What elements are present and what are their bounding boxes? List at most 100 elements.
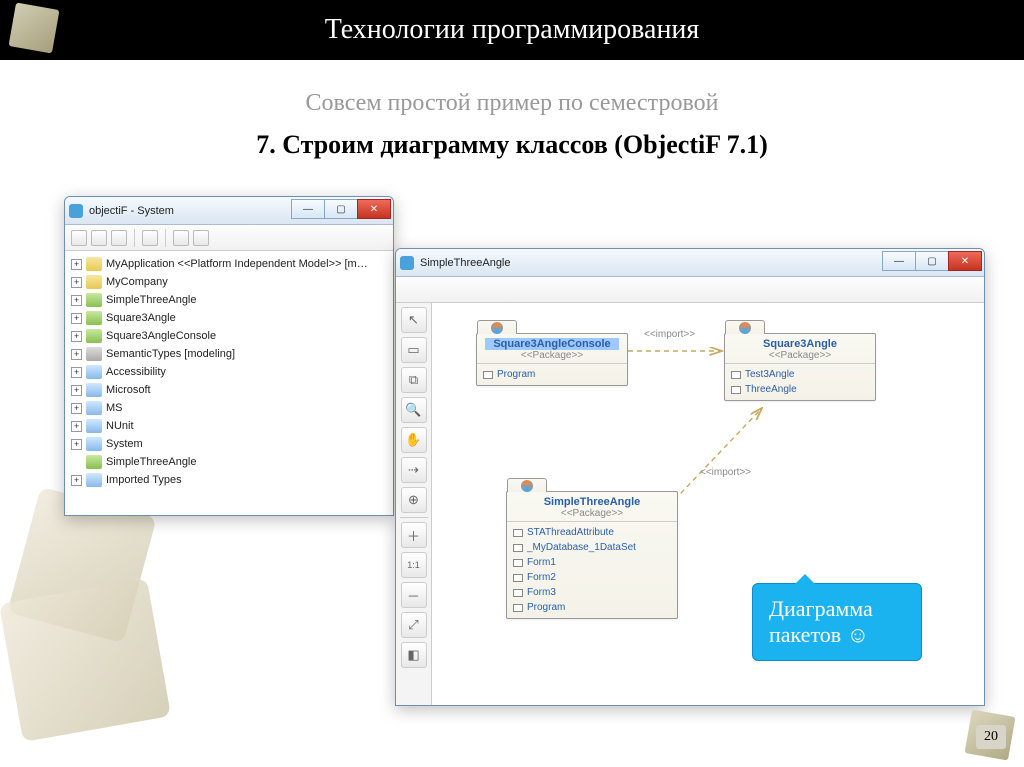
tree-item[interactable]: + Accessibility — [67, 363, 391, 381]
tree-item-label: Imported Types — [106, 474, 182, 486]
expand-toggle[interactable]: + — [71, 277, 82, 288]
tool-icon[interactable] — [173, 230, 189, 246]
comp-icon — [86, 311, 102, 325]
link-tool-icon[interactable]: ⇢ — [401, 457, 427, 483]
diagram-tool-icon[interactable]: ◧ — [401, 642, 427, 668]
expand-toggle[interactable]: + — [71, 313, 82, 324]
page-number: 20 — [976, 725, 1006, 749]
member-label: STAThreadAttribute — [527, 527, 614, 538]
expand-toggle[interactable]: + — [71, 421, 82, 432]
minimize-button[interactable]: — — [882, 251, 916, 271]
tree-item-label: MyCompany — [106, 276, 168, 288]
package-member[interactable]: Form2 — [513, 570, 671, 585]
app-icon — [69, 204, 83, 218]
package-stereotype: <<Package>> — [515, 508, 669, 519]
package-member[interactable]: ThreeAngle — [731, 382, 869, 397]
tree-item-label: NUnit — [106, 420, 134, 432]
diagram-toolbar — [396, 277, 984, 303]
hand-tool-icon[interactable]: ✋ — [401, 427, 427, 453]
package-member[interactable]: STAThreadAttribute — [513, 525, 671, 540]
callout-bubble: Диаграмма пакетов ☺ — [752, 583, 922, 661]
package-tab-icon — [725, 320, 765, 334]
tree-view[interactable]: + MyApplication <<Platform Independent Mo… — [65, 251, 393, 493]
package-tab-icon — [507, 478, 547, 492]
diagram-tool-palette: ↖ ▭ ⧉ 🔍 ✋ ⇢ ⊕ ＋ 1:1 － ⤢ ◧ — [396, 303, 432, 705]
fit-tool-icon[interactable]: ⤢ — [401, 612, 427, 638]
class-icon — [513, 559, 523, 567]
package-member[interactable]: Form1 — [513, 555, 671, 570]
expand-toggle[interactable]: + — [71, 403, 82, 414]
tree-item-label: SimpleThreeAngle — [106, 456, 197, 468]
diagram-window: SimpleThreeAngle — ▢ ✕ ↖ ▭ ⧉ 🔍 ✋ ⇢ ⊕ ＋ 1… — [395, 248, 985, 706]
package-stereotype: <<Package>> — [733, 350, 867, 361]
tree-window-titlebar[interactable]: objectiF - System — ▢ ✕ — [65, 197, 393, 225]
zoom-11-icon[interactable]: 1:1 — [401, 552, 427, 578]
expand-toggle[interactable]: + — [71, 349, 82, 360]
maximize-button[interactable]: ▢ — [915, 251, 949, 271]
tree-item-label: MyApplication <<Platform Independent Mod… — [106, 258, 368, 270]
tool-icon[interactable] — [142, 230, 158, 246]
tree-item[interactable]: + Imported Types — [67, 471, 391, 489]
tree-item[interactable]: +SimpleThreeAngle — [67, 291, 391, 309]
package-member[interactable]: Form3 — [513, 585, 671, 600]
tree-item[interactable]: + NUnit — [67, 417, 391, 435]
tree-item[interactable]: +SemanticTypes [modeling] — [67, 345, 391, 363]
app-icon — [400, 256, 414, 270]
package-member[interactable]: Program — [483, 367, 621, 382]
maximize-button[interactable]: ▢ — [324, 199, 358, 219]
tree-window: objectiF - System — ▢ ✕ + MyApplication <… — [64, 196, 394, 516]
import-label: <<import>> — [700, 467, 751, 478]
zoom-out-icon[interactable]: － — [401, 582, 427, 608]
tool-icon[interactable] — [71, 230, 87, 246]
search-tool-icon[interactable]: 🔍 — [401, 397, 427, 423]
expand-toggle[interactable]: + — [71, 385, 82, 396]
tree-item-label: Accessibility — [106, 366, 166, 378]
package-member[interactable]: _MyDatabase_1DataSet — [513, 540, 671, 555]
package-square3angleconsole[interactable]: Square3AngleConsole <<Package>> Program — [476, 333, 628, 386]
pointer-tool-icon[interactable]: ↖ — [401, 307, 427, 333]
zoom-in-icon[interactable]: ＋ — [401, 522, 427, 548]
tree-item[interactable]: +Square3Angle — [67, 309, 391, 327]
comp-icon — [86, 455, 102, 469]
close-button[interactable]: ✕ — [948, 251, 982, 271]
tree-item[interactable]: + System — [67, 435, 391, 453]
pkg-icon — [86, 383, 102, 397]
member-label: ThreeAngle — [745, 384, 797, 395]
tree-item[interactable]: + MyCompany — [67, 273, 391, 291]
diagram-window-titlebar[interactable]: SimpleThreeAngle — ▢ ✕ — [396, 249, 984, 277]
slide-header: Технологии программирования — [0, 0, 1024, 60]
package-simplethreeangle[interactable]: SimpleThreeAngle <<Package>> STAThreadAt… — [506, 491, 678, 619]
folder-tool-icon[interactable]: ▭ — [401, 337, 427, 363]
copy-tool-icon[interactable]: ⧉ — [401, 367, 427, 393]
close-button[interactable]: ✕ — [357, 199, 391, 219]
tree-item-label: Microsoft — [106, 384, 151, 396]
expand-toggle[interactable]: + — [71, 475, 82, 486]
diagram-canvas[interactable]: <<import>> <<import>> Square3AngleConsol… — [432, 303, 984, 705]
class-icon — [483, 371, 493, 379]
package-name: Square3Angle — [733, 338, 867, 350]
tool-icon[interactable] — [193, 230, 209, 246]
class-icon — [513, 604, 523, 612]
folder-icon — [86, 275, 102, 289]
expand-toggle[interactable]: + — [71, 259, 82, 270]
package-member[interactable]: Program — [513, 600, 671, 615]
tool-icon[interactable] — [111, 230, 127, 246]
tool-icon[interactable] — [91, 230, 107, 246]
window-buttons: — ▢ ✕ — [882, 251, 982, 271]
tree-toolbar — [65, 225, 393, 251]
tree-item[interactable]: +MS — [67, 399, 391, 417]
target-tool-icon[interactable]: ⊕ — [401, 487, 427, 513]
tree-item[interactable]: +Square3AngleConsole — [67, 327, 391, 345]
pkg-icon — [86, 365, 102, 379]
tree-item-label: System — [106, 438, 143, 450]
expand-toggle[interactable]: + — [71, 367, 82, 378]
expand-toggle[interactable]: + — [71, 331, 82, 342]
package-member[interactable]: Test3Angle — [731, 367, 869, 382]
minimize-button[interactable]: — — [291, 199, 325, 219]
expand-toggle[interactable]: + — [71, 295, 82, 306]
tree-item[interactable]: SimpleThreeAngle — [67, 453, 391, 471]
tree-item[interactable]: + MyApplication <<Platform Independent Mo… — [67, 255, 391, 273]
expand-toggle[interactable]: + — [71, 439, 82, 450]
package-square3angle[interactable]: Square3Angle <<Package>> Test3Angle Three… — [724, 333, 876, 401]
tree-item[interactable]: + Microsoft — [67, 381, 391, 399]
